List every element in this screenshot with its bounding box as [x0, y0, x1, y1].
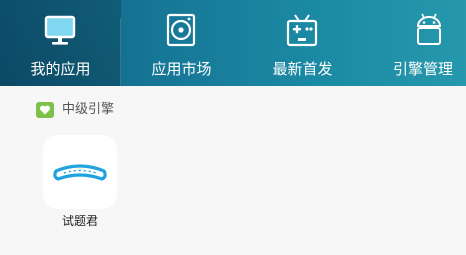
nav-tab-label: 最新首发: [272, 60, 333, 78]
nav-tab-label: 应用市场: [151, 60, 212, 78]
nav-tab-app-market[interactable]: 应用市场: [121, 0, 242, 86]
heart-badge-icon: [36, 102, 54, 118]
disc-icon: [163, 12, 199, 48]
nav-tab-new-releases[interactable]: 最新首发: [242, 0, 363, 86]
gamepad-icon: [284, 12, 320, 48]
nav-tab-label: 引擎管理: [393, 60, 454, 78]
shitijun-app-icon: [43, 135, 117, 209]
top-navigation-bar: 我的应用 应用市场 最新首发 引擎管理: [0, 0, 466, 86]
monitor-icon: [42, 12, 78, 48]
app-label: 试题君: [61, 214, 98, 228]
section-title: 中级引擎: [62, 102, 115, 117]
android-icon: [411, 12, 447, 48]
nav-tab-my-apps[interactable]: 我的应用: [0, 0, 121, 86]
app-tile-shitijun[interactable]: 试题君: [40, 135, 120, 235]
nav-tab-label: 我的应用: [30, 60, 91, 78]
nav-tab-engine-management[interactable]: 引擎管理: [363, 0, 466, 86]
